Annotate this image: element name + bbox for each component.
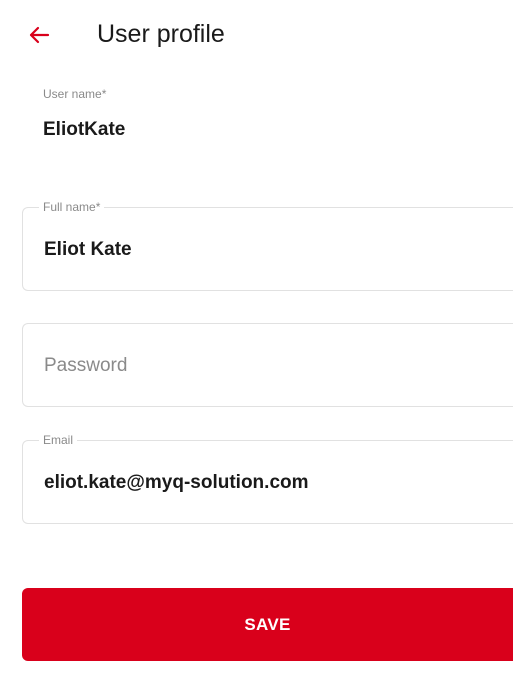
user-profile-page: User profile User name* EliotKate Full n… [0,0,513,686]
email-input[interactable] [44,471,513,495]
username-field: User name* EliotKate [43,86,483,142]
back-button[interactable] [24,20,54,50]
arrow-left-icon [28,26,50,44]
email-field[interactable]: Email [22,432,513,524]
page-title: User profile [97,20,225,48]
fullname-field[interactable]: Full name* [22,199,513,291]
fullname-label: Full name* [39,199,105,215]
username-label: User name* [43,87,107,101]
app-header: User profile [0,0,513,70]
fullname-input[interactable] [44,238,513,262]
save-button[interactable]: SAVE [22,588,513,661]
password-input[interactable] [44,354,513,378]
email-label: Email [39,432,78,448]
password-field[interactable] [22,323,513,407]
username-value: EliotKate [43,119,126,140]
